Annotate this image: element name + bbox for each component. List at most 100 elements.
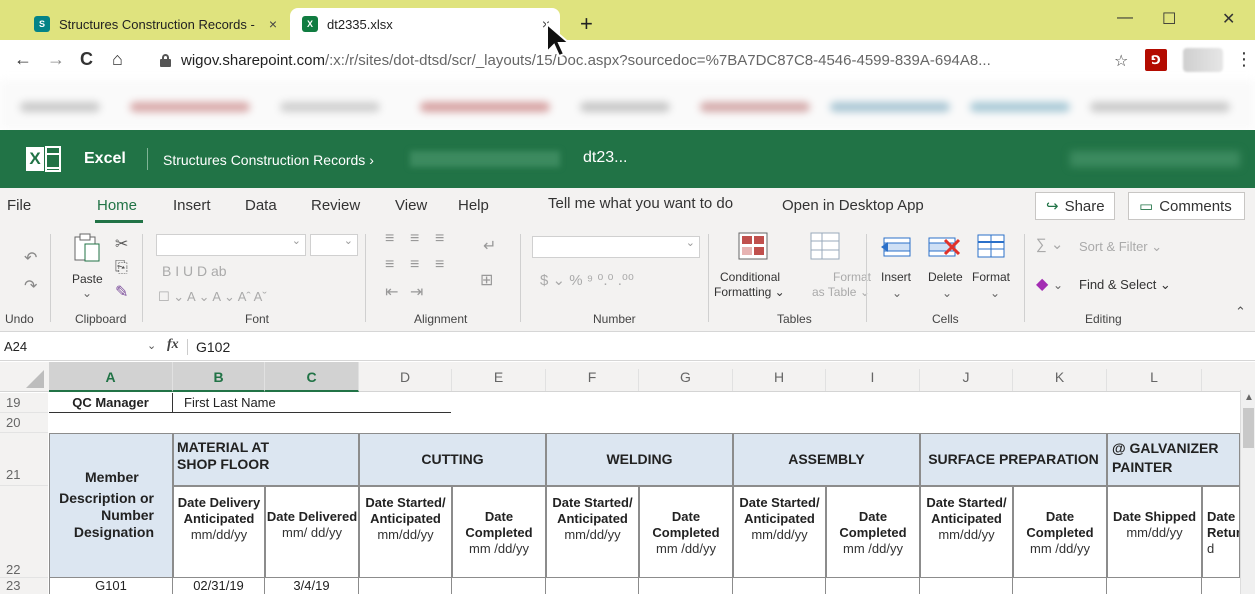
tab-view[interactable]: View xyxy=(395,197,427,214)
date-returned-header[interactable]: Date Retur d xyxy=(1202,486,1240,578)
browser-menu-icon[interactable]: ⋮ xyxy=(1235,49,1253,70)
tab-file[interactable]: File xyxy=(7,197,31,214)
cell-d23[interactable] xyxy=(359,578,452,594)
comments-button[interactable]: ▭ Comments xyxy=(1128,192,1245,220)
column-header-k[interactable]: K xyxy=(1013,369,1107,391)
qc-manager-value[interactable]: First Last Name xyxy=(173,393,451,413)
surface-preparation-group-header[interactable]: SURFACE PREPARATION xyxy=(920,433,1107,486)
wrap-text-icon[interactable]: ↵ xyxy=(483,236,496,256)
minimize-button[interactable]: — xyxy=(1117,9,1133,27)
reload-icon[interactable]: C xyxy=(80,49,93,69)
find-select-button[interactable]: Find & Select ⌄ xyxy=(1079,278,1171,292)
align-bottom-icon[interactable]: ≡ xyxy=(435,230,444,248)
welding-date-completed-header[interactable]: Date Completed mm /dd/yy xyxy=(639,486,733,578)
redo-icon[interactable]: ↷ xyxy=(24,276,37,296)
insert-cells-icon[interactable] xyxy=(880,234,912,260)
collapse-ribbon-icon[interactable]: ⌃ xyxy=(1235,304,1246,320)
align-top-icon[interactable]: ≡ xyxy=(385,230,394,248)
formatting-dropdown[interactable]: Formatting ⌄ xyxy=(714,285,785,299)
pdf-extension-icon[interactable]: ⅁ xyxy=(1145,49,1167,71)
assembly-group-header[interactable]: ASSEMBLY xyxy=(733,433,920,486)
open-in-desktop-app-link[interactable]: Open in Desktop App xyxy=(782,197,924,214)
column-header-e[interactable]: E xyxy=(452,369,546,391)
qc-manager-label[interactable]: QC Manager xyxy=(49,393,173,413)
cell-j23[interactable] xyxy=(920,578,1013,594)
cutting-date-started-header[interactable]: Date Started/ Anticipated mm/dd/yy xyxy=(359,486,452,578)
delete-cells-label[interactable]: Delete xyxy=(928,270,963,284)
column-header-a[interactable]: A xyxy=(49,362,173,392)
forward-arrow-icon[interactable]: → xyxy=(47,49,65,69)
row-header-19[interactable]: 19 xyxy=(0,393,48,413)
tell-me-search[interactable]: Tell me what you want to do xyxy=(548,195,733,212)
column-header-d[interactable]: D xyxy=(359,369,452,391)
align-center-icon[interactable]: ≡ xyxy=(410,256,419,274)
align-right-icon[interactable]: ≡ xyxy=(435,256,444,274)
profile-avatar[interactable] xyxy=(1183,48,1223,72)
font-name-dropdown[interactable] xyxy=(156,234,306,256)
tab-insert[interactable]: Insert xyxy=(173,197,211,214)
paste-label[interactable]: Paste xyxy=(72,272,103,286)
copy-icon[interactable]: ⎘ xyxy=(115,259,128,277)
window-close-button[interactable]: ✕ xyxy=(1222,9,1235,29)
scroll-thumb[interactable] xyxy=(1243,408,1254,448)
welding-group-header[interactable]: WELDING xyxy=(546,433,733,486)
column-header-j[interactable]: J xyxy=(920,369,1013,391)
cell-b23[interactable]: 02/31/19 xyxy=(173,578,265,594)
cut-icon[interactable]: ✂ xyxy=(115,234,128,254)
cutting-date-completed-header[interactable]: Date Completed mm /dd/yy xyxy=(452,486,546,578)
column-header-f[interactable]: F xyxy=(546,369,639,391)
name-box-dropdown-icon[interactable]: ⌄ xyxy=(147,339,156,352)
decrease-indent-icon[interactable]: ⇤ xyxy=(385,282,398,302)
assembly-date-started-header[interactable]: Date Started/ Anticipated mm/dd/yy xyxy=(733,486,826,578)
format-cells-label[interactable]: Format xyxy=(972,270,1010,284)
document-title[interactable]: dt23... xyxy=(583,149,627,167)
date-delivery-anticipated-header[interactable]: Date Delivery Anticipated mm/dd/yy xyxy=(173,486,265,578)
delete-cells-icon[interactable] xyxy=(927,234,961,260)
spreadsheet-grid[interactable]: A B C D E F G H I J K L 19 20 21 22 23 Q… xyxy=(0,362,1255,594)
tab-structures-construction-records[interactable]: S Structures Construction Records - × xyxy=(22,8,287,40)
share-button[interactable]: ↪ Share xyxy=(1035,192,1115,220)
column-header-g[interactable]: G xyxy=(639,369,733,391)
cell-h23[interactable] xyxy=(733,578,826,594)
galvanizer-painter-group-header[interactable]: @ GALVANIZER PAINTER xyxy=(1107,433,1240,486)
cell-i23[interactable] xyxy=(826,578,920,594)
conditional-formatting-label[interactable]: Conditional xyxy=(720,270,780,284)
clear-dropdown-icon[interactable]: ⌄ xyxy=(1053,278,1063,292)
row-header-23[interactable]: 23 xyxy=(0,578,48,594)
breadcrumb[interactable]: Structures Construction Records › xyxy=(163,152,374,168)
member-header-cell[interactable]: Member Description or Number Designation xyxy=(49,433,173,578)
formula-input[interactable]: G102 xyxy=(196,339,230,355)
material-group-header[interactable]: MATERIAL AT SHOP FLOOR xyxy=(173,433,359,486)
scroll-up-icon[interactable]: ▲ xyxy=(1244,392,1254,403)
tab-review[interactable]: Review xyxy=(311,197,360,214)
vertical-scrollbar[interactable]: ▲ xyxy=(1240,390,1255,594)
date-shipped-header[interactable]: Date Shipped mm/dd/yy xyxy=(1107,486,1202,578)
format-as-table-icon[interactable] xyxy=(810,232,840,260)
cell-k23[interactable] xyxy=(1013,578,1107,594)
format-cells-icon[interactable] xyxy=(976,232,1006,260)
as-table-dropdown[interactable]: as Table ⌄ xyxy=(812,285,870,299)
maximize-button[interactable]: ☐ xyxy=(1162,9,1176,29)
surface-date-completed-header[interactable]: Date Completed mm /dd/yy xyxy=(1013,486,1107,578)
home-icon[interactable]: ⌂ xyxy=(112,49,123,69)
bookmark-star-icon[interactable]: ☆ xyxy=(1114,51,1128,71)
tab-dt2335-xlsx[interactable]: X dt2335.xlsx × xyxy=(290,8,560,40)
font-size-dropdown[interactable] xyxy=(310,234,358,256)
cell-f23[interactable] xyxy=(546,578,639,594)
align-left-icon[interactable]: ≡ xyxy=(385,256,394,274)
cell-a23[interactable]: G101 xyxy=(49,578,173,594)
insert-function-icon[interactable]: fx xyxy=(167,337,179,353)
cell-g23[interactable] xyxy=(639,578,733,594)
paste-icon[interactable] xyxy=(72,232,100,262)
delete-dropdown-icon[interactable]: ⌄ xyxy=(942,286,952,300)
surface-date-started-header[interactable]: Date Started/ Anticipated mm/dd/yy xyxy=(920,486,1013,578)
address-bar[interactable]: wigov.sharepoint.com/:x:/r/sites/dot-dts… xyxy=(160,46,1090,74)
cutting-group-header[interactable]: CUTTING xyxy=(359,433,546,486)
insert-dropdown-icon[interactable]: ⌄ xyxy=(892,286,902,300)
select-all-corner[interactable] xyxy=(0,362,48,392)
align-middle-icon[interactable]: ≡ xyxy=(410,230,419,248)
tab-help[interactable]: Help xyxy=(458,197,489,214)
row-header-21[interactable]: 21 xyxy=(0,433,48,486)
merge-center-icon[interactable]: ⊞ xyxy=(480,270,493,290)
row-header-22[interactable]: 22 xyxy=(0,486,48,578)
